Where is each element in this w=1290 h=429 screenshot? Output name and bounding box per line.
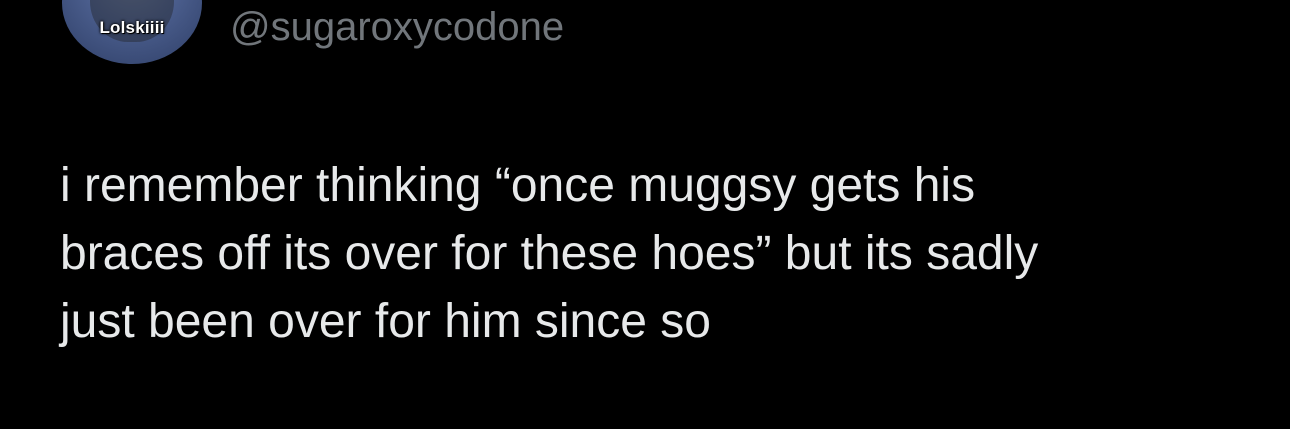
avatar[interactable]: Lolskiiii xyxy=(62,0,202,64)
avatar-name-text: Lolskiiii xyxy=(99,18,165,37)
tweet-text-line: i remember thinking “once muggsy gets hi… xyxy=(60,159,976,212)
user-handle[interactable]: @sugaroxycodone xyxy=(230,4,564,50)
tweet-card: Lolskiiii @sugaroxycodone i remember thi… xyxy=(0,0,1290,429)
tweet-text-line: braces off its over for these hoes” but … xyxy=(60,227,1039,280)
tweet-text: i remember thinking “once muggsy gets hi… xyxy=(60,152,1240,356)
tweet-text-line: just been over for him since so xyxy=(60,295,711,348)
